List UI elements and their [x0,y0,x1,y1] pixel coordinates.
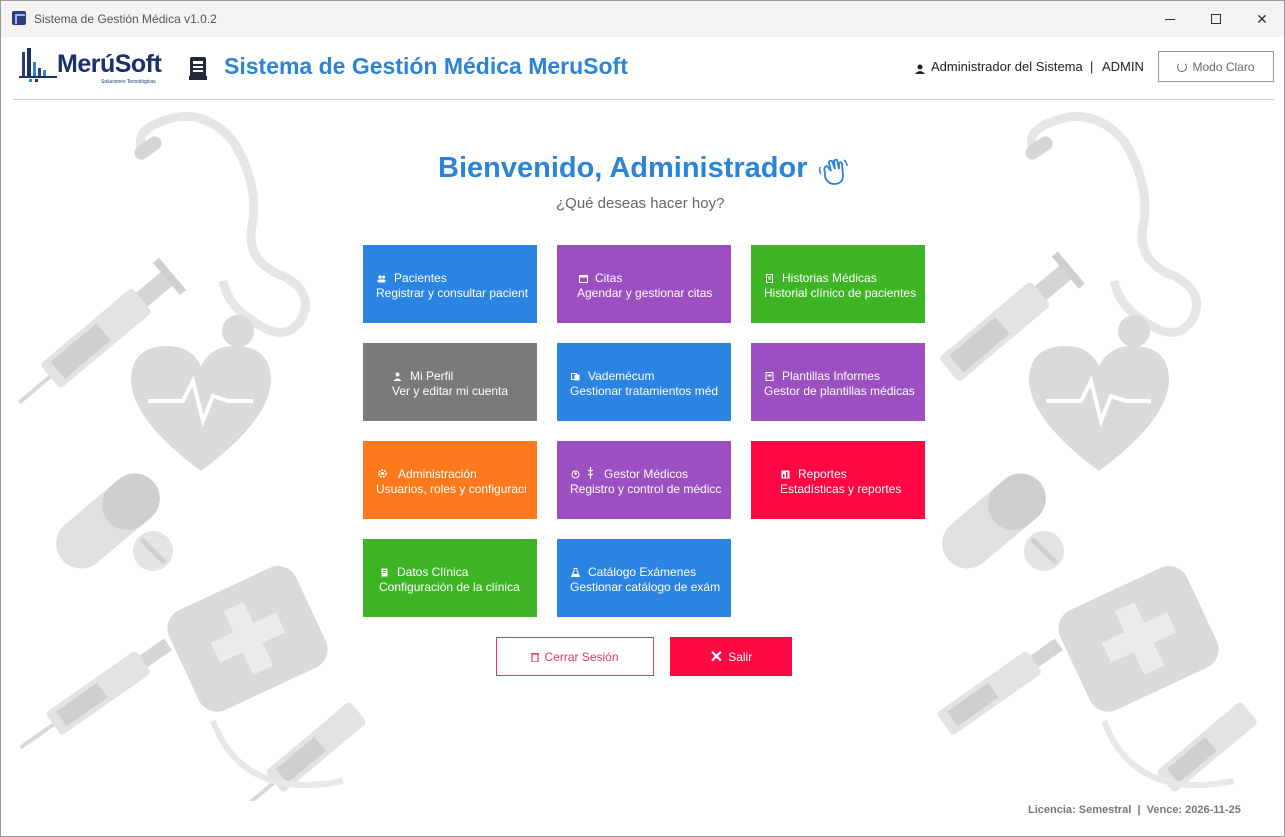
tile-catalogo-examenes[interactable]: Catálogo Exámenes Gestionar catálogo de … [557,539,731,617]
tile-description: Usuarios, roles y configuraci [376,482,527,496]
theme-mode-label: Modo Claro [1192,59,1255,74]
tile-title: Catálogo Exámenes [588,565,697,579]
tile-historias-medicas[interactable]: Historias Médicas Historial clínico de p… [751,245,925,323]
tile-title: Datos Clínica [397,565,469,579]
document-icon [766,274,773,283]
tile-administracion[interactable]: Administración Usuarios, roles y configu… [363,441,537,519]
calendar-icon [579,275,588,283]
tile-title: Mi Perfil [410,369,454,383]
tile-title: Historias Médicas [782,271,877,285]
close-icon: ✕ [1256,10,1268,27]
exit-label: Salir [728,649,753,664]
tile-description: Agendar y gestionar citas [577,286,713,300]
tile-reportes[interactable]: Reportes Estadísticas y reportes [751,441,925,519]
user-separator: | [1090,59,1094,74]
tile-description: Registro y control de médicc [570,482,722,496]
tile-plantillas-informes[interactable]: Plantillas Informes Gestor de plantillas… [751,343,925,421]
theme-mode-button[interactable]: Modo Claro [1158,51,1274,82]
app-title: Sistema de Gestión Médica MeruSoft [224,53,628,79]
welcome-title: Bienvenido, Administrador [438,152,808,184]
user-icon [915,64,925,74]
tile-citas[interactable]: Citas Agendar y gestionar citas [557,245,731,323]
tile-description: Historial clínico de pacientes [764,286,917,300]
logo-mark-icon [19,48,57,82]
minimize-button[interactable] [1147,1,1193,37]
tile-description: Configuración de la clínica [379,580,520,594]
user-role: ADMIN [1102,59,1144,74]
tile-description: Estadísticas y reportes [780,482,902,496]
caduceus-icon [587,467,594,479]
app-window: Sistema de Gestión Médica v1.0.2 ✕ MerúS… [0,0,1285,837]
exit-button[interactable]: ✕ Salir [670,637,792,676]
minimize-icon [1165,18,1175,20]
tile-title: Plantillas Informes [782,369,881,383]
close-x-icon: ✕ [709,648,724,666]
waving-hand-icon [818,158,848,185]
tile-title: Pacientes [394,271,447,285]
header-divider [13,99,1274,100]
book-icon [571,373,580,381]
tile-description: Ver y editar mi cuenta [392,384,509,398]
close-button[interactable]: ✕ [1239,1,1284,37]
user-icon [393,372,402,381]
logout-label: Cerrar Sesión [544,649,619,664]
medical-background-art-right [937,112,1257,792]
tile-title: Gestor Médicos [604,467,689,481]
logo-subtitle: Soluciones Tecnológicas [101,79,156,85]
medical-background-art-left [18,112,365,801]
title-bar: Sistema de Gestión Médica v1.0.2 ✕ [1,1,1284,37]
tile-pacientes[interactable]: Pacientes Registrar y consultar pacient [363,245,537,323]
logo-text: MerúSoft [57,50,162,78]
window-title: Sistema de Gestión Médica v1.0.2 [34,12,217,26]
tile-title: Citas [595,271,623,285]
tile-description: Registrar y consultar pacient [376,286,529,300]
tile-title: Administración [398,467,477,481]
welcome-subtitle: ¿Qué deseas hacer hoy? [556,195,725,212]
chart-icon [781,470,790,479]
refresh-icon [1177,61,1188,72]
trash-icon [531,652,540,662]
doctor-icon [571,470,580,479]
maximize-button[interactable] [1193,1,1239,37]
tile-title: Vademécum [588,369,655,383]
medical-record-icon [189,57,207,80]
gear-icon [378,469,387,478]
tile-description: Gestionar tratamientos méd [570,384,719,398]
app-icon [12,11,26,25]
template-icon [765,372,774,381]
users-icon [377,275,386,283]
clinic-icon [381,568,388,577]
tile-mi-perfil[interactable]: Mi Perfil Ver y editar mi cuenta [363,343,537,421]
logout-button[interactable]: Cerrar Sesión [496,637,654,676]
tile-gestor-medicos[interactable]: Gestor Médicos Registro y control de méd… [557,441,731,519]
tile-title: Reportes [798,467,847,481]
maximize-icon [1211,14,1221,24]
tile-vademecum[interactable]: Vademécum Gestionar tratamientos méd [557,343,731,421]
tile-datos-clinica[interactable]: Datos Clínica Configuración de la clínic… [363,539,537,617]
merusoft-logo: MerúSoft Soluciones Tecnológicas [19,48,164,88]
tile-description: Gestor de plantillas médicas [764,384,915,398]
user-name: Administrador del Sistema [931,59,1083,74]
tile-description: Gestionar catálogo de exám [570,580,721,594]
license-footer: Licencia: Semestral | Vence: 2026-11-25 [1028,804,1241,816]
flask-icon [571,568,580,577]
